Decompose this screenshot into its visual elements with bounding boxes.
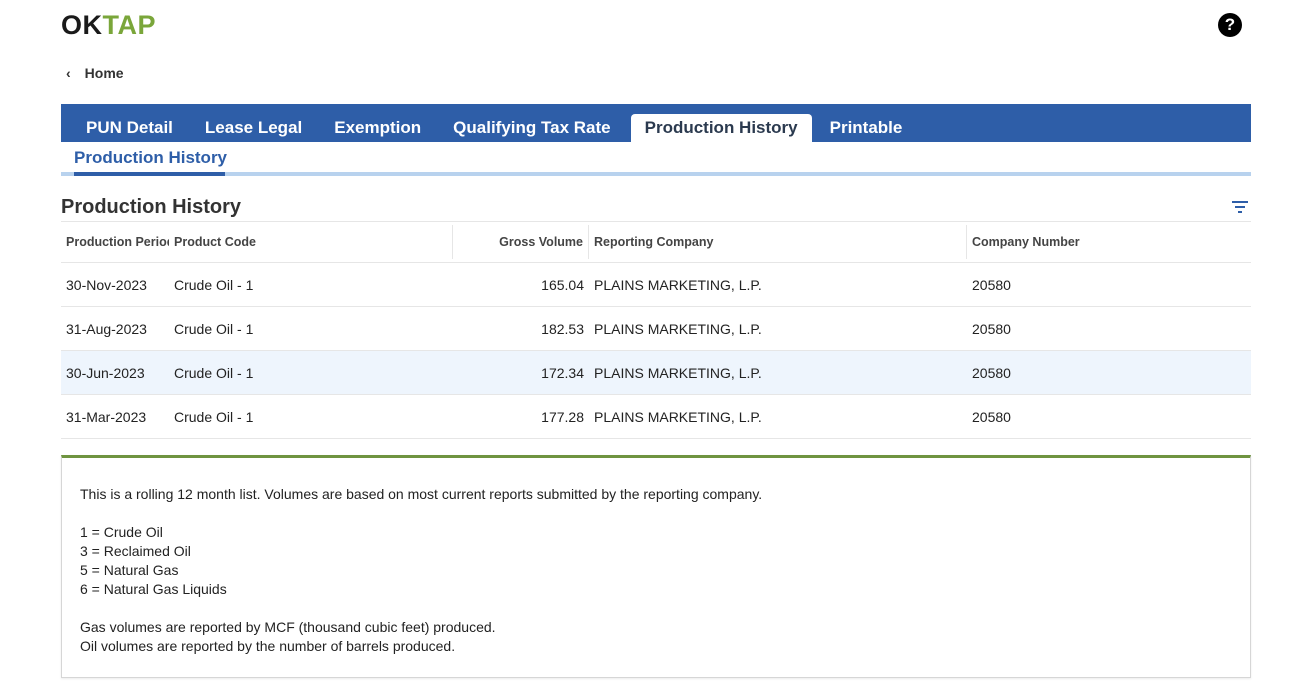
notes-gas-units: Gas volumes are reported by MCF (thousan…	[80, 619, 496, 635]
cell-company-number: 20580	[972, 364, 1011, 381]
table-row[interactable]: 30-Nov-2023 Crude Oil - 1 165.04 PLAINS …	[61, 263, 1251, 307]
tab-printable[interactable]: Printable	[816, 114, 917, 142]
col-header-production-period[interactable]: Production Period	[61, 222, 169, 262]
table-row[interactable]: 30-Jun-2023 Crude Oil - 1 172.34 PLAINS …	[61, 351, 1251, 395]
tab-exemption[interactable]: Exemption	[320, 114, 435, 142]
cell-period: 31-Aug-2023	[66, 320, 147, 337]
breadcrumb-label: Home	[84, 65, 124, 81]
cell-product-code: Crude Oil - 1	[174, 320, 254, 337]
cell-reporting-company: PLAINS MARKETING, L.P.	[594, 320, 762, 337]
production-history-table: Production Period Product Code Gross Vol…	[61, 221, 1251, 439]
table-row[interactable]: 31-Mar-2023 Crude Oil - 1 177.28 PLAINS …	[61, 395, 1251, 439]
cell-gross-volume: 182.53	[541, 320, 584, 337]
tab-pun-detail[interactable]: PUN Detail	[72, 114, 187, 142]
filter-icon[interactable]	[1231, 200, 1249, 214]
cell-period: 31-Mar-2023	[66, 408, 147, 425]
cell-reporting-company: PLAINS MARKETING, L.P.	[594, 276, 762, 293]
notes-panel: This is a rolling 12 month list. Volumes…	[61, 455, 1251, 678]
cell-gross-volume: 165.04	[541, 276, 584, 293]
col-header-product-code[interactable]: Product Code	[169, 225, 453, 259]
cell-reporting-company: PLAINS MARKETING, L.P.	[594, 364, 762, 381]
cell-product-code: Crude Oil - 1	[174, 408, 254, 425]
cell-company-number: 20580	[972, 320, 1011, 337]
tab-qualifying-tax-rate[interactable]: Qualifying Tax Rate	[439, 114, 624, 142]
notes-code-reclaimed-oil: 3 = Reclaimed Oil	[80, 543, 191, 559]
cell-period: 30-Jun-2023	[66, 364, 145, 381]
notes-intro: This is a rolling 12 month list. Volumes…	[80, 486, 763, 502]
cell-gross-volume: 172.34	[541, 364, 584, 381]
subtab-divider	[61, 172, 1251, 176]
chevron-left-icon: ‹	[66, 65, 71, 81]
col-header-reporting-company[interactable]: Reporting Company	[589, 225, 967, 259]
notes-code-natural-gas-liquids: 6 = Natural Gas Liquids	[80, 581, 227, 597]
subtab-active-indicator	[74, 172, 225, 176]
notes-oil-units: Oil volumes are reported by the number o…	[80, 638, 456, 654]
cell-company-number: 20580	[972, 408, 1011, 425]
logo-tap: TAP	[102, 9, 156, 40]
help-icon[interactable]: ?	[1218, 13, 1242, 37]
subtab-production-history[interactable]: Production History	[74, 148, 227, 172]
tab-production-history[interactable]: Production History	[630, 114, 812, 142]
tab-bar: PUN Detail Lease Legal Exemption Qualify…	[61, 104, 1251, 142]
col-header-company-number[interactable]: Company Number	[967, 222, 1251, 262]
tab-lease-legal[interactable]: Lease Legal	[191, 114, 316, 142]
cell-reporting-company: PLAINS MARKETING, L.P.	[594, 408, 762, 425]
section-title: Production History	[61, 196, 242, 218]
table-header: Production Period Product Code Gross Vol…	[61, 221, 1251, 263]
cell-product-code: Crude Oil - 1	[174, 276, 254, 293]
cell-company-number: 20580	[972, 276, 1011, 293]
cell-product-code: Crude Oil - 1	[174, 364, 254, 381]
breadcrumb-home[interactable]: ‹ Home	[66, 63, 124, 83]
notes-code-natural-gas: 5 = Natural Gas	[80, 562, 179, 578]
cell-period: 30-Nov-2023	[66, 276, 147, 293]
cell-gross-volume: 177.28	[541, 408, 584, 425]
col-header-gross-volume[interactable]: Gross Volume	[453, 225, 589, 259]
help-icon-glyph: ?	[1224, 15, 1236, 34]
notes-code-crude-oil: 1 = Crude Oil	[80, 524, 163, 540]
oktap-logo: OK TAP	[61, 10, 156, 40]
logo-ok: OK	[61, 9, 103, 40]
table-row[interactable]: 31-Aug-2023 Crude Oil - 1 182.53 PLAINS …	[61, 307, 1251, 351]
